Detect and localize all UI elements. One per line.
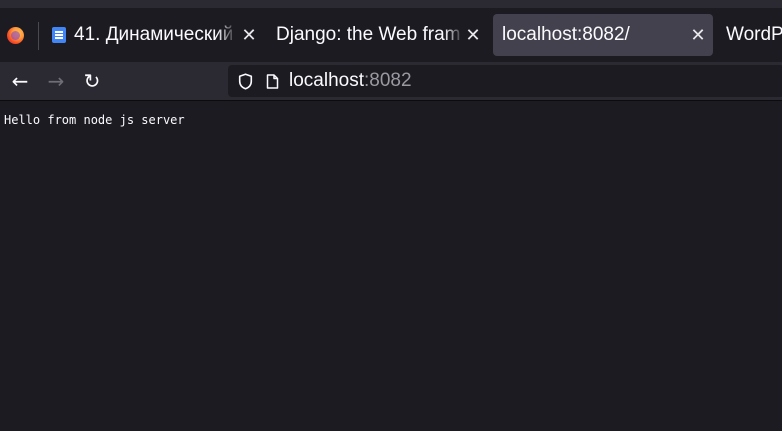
url-text[interactable]: localhost:8082: [289, 65, 412, 97]
tab-3-label: localhost:8082/: [502, 24, 630, 45]
tab-4[interactable]: WordPress: [716, 14, 782, 56]
firefox-logo-icon[interactable]: [7, 27, 24, 44]
shield-icon[interactable]: [234, 65, 256, 97]
page-body-text: Hello from node js server: [4, 113, 185, 127]
navigation-toolbar: ← → ↻ localhost:8082: [0, 62, 782, 101]
tab-3-active[interactable]: localhost:8082/ ✕: [493, 14, 713, 56]
tab-1-close-icon[interactable]: ✕: [239, 14, 259, 56]
tab-3-close-icon[interactable]: ✕: [688, 14, 708, 56]
tab-bar: 41. Динамический ✕ Django: the Web frame…: [0, 8, 782, 62]
tab-fade: [444, 14, 464, 56]
window-top-strip: [0, 0, 782, 8]
tab-1-label: 41. Динамический: [74, 24, 232, 45]
tab-separator: [38, 22, 39, 50]
tab-2[interactable]: Django: the Web framework ✕: [266, 14, 490, 56]
back-arrow-icon[interactable]: ←: [5, 66, 35, 96]
tab-2-close-icon[interactable]: ✕: [463, 14, 483, 56]
page-content: Hello from node js server: [0, 101, 782, 431]
tab-4-label: WordPress: [726, 24, 782, 45]
tab-fade: [217, 14, 237, 56]
url-host: localhost: [289, 70, 364, 91]
reload-icon[interactable]: ↻: [77, 66, 107, 96]
forward-arrow-icon[interactable]: →: [41, 66, 71, 96]
google-docs-icon: [52, 27, 66, 43]
page-info-icon[interactable]: [262, 65, 282, 97]
address-bar[interactable]: localhost:8082: [228, 65, 782, 97]
tab-1[interactable]: 41. Динамический ✕: [42, 14, 264, 56]
tab-2-label: Django: the Web framework: [276, 24, 461, 45]
url-port: :8082: [364, 70, 412, 91]
